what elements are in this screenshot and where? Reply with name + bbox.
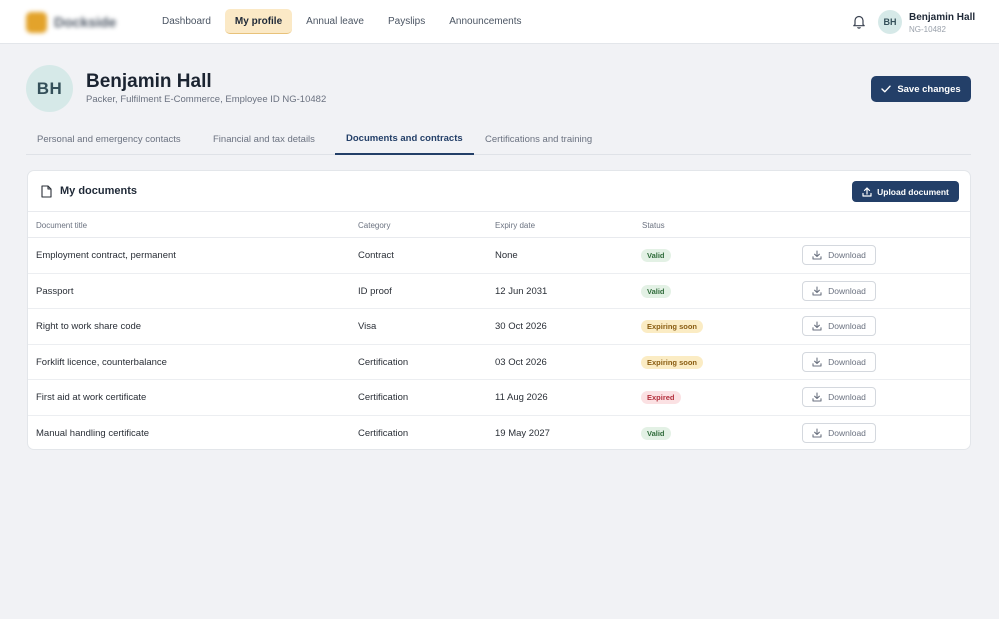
upload-document-button[interactable]: Upload document <box>852 181 959 202</box>
download-button[interactable]: Download <box>802 387 876 407</box>
document-expiry-cell: 30 Oct 2026 <box>495 321 547 332</box>
download-label: Download <box>828 427 866 438</box>
column-header-category[interactable]: Category <box>358 221 390 230</box>
column-header-status[interactable]: Status <box>642 221 665 230</box>
main-nav: Dashboard My profile Annual leave Paysli… <box>152 9 536 34</box>
download-button[interactable]: Download <box>802 280 876 301</box>
download-button[interactable]: Download <box>802 351 876 372</box>
tab-documents-contracts[interactable]: Documents and contracts <box>335 124 474 155</box>
documents-card: My documents Upload document Document ti… <box>27 170 971 450</box>
download-icon <box>812 250 822 260</box>
status-badge: Expired <box>641 391 681 404</box>
download-icon <box>812 427 822 438</box>
status-badge: Valid <box>641 284 671 298</box>
document-category-cell: ID proof <box>358 285 392 297</box>
document-expiry-cell: None <box>495 250 518 261</box>
download-icon <box>812 321 822 331</box>
tab-financial-tax[interactable]: Financial and tax details <box>213 124 315 155</box>
documents-card-header: My documents Upload document <box>28 171 970 212</box>
document-category-cell: Certification <box>358 427 409 439</box>
document-title-cell: First aid at work certificate <box>36 392 147 403</box>
documents-table-header: Document title Category Expiry date Stat… <box>28 212 970 238</box>
download-label: Download <box>828 285 866 296</box>
download-icon <box>812 392 822 402</box>
table-row: Manual handling certificate Certification… <box>28 416 970 450</box>
nav-item-announcements[interactable]: Announcements <box>439 9 531 34</box>
top-bar: Dockside Dashboard My profile Annual lea… <box>0 0 999 44</box>
document-title-cell: Employment contract, permanent <box>36 250 176 261</box>
download-button[interactable]: Download <box>802 316 876 336</box>
user-avatar[interactable]: BH <box>878 10 902 34</box>
table-row: Employment contract, permanent Contract No… <box>28 238 970 274</box>
document-category-cell: Certification <box>358 392 409 403</box>
document-category-cell: Contract <box>358 250 394 261</box>
documents-title: My documents <box>60 185 138 197</box>
tab-certifications-training[interactable]: Certifications and training <box>485 124 592 155</box>
column-header-expiry[interactable]: Expiry date <box>495 221 535 230</box>
brand-name: Dockside <box>54 14 117 30</box>
profile-subtitle: Packer, Fulfilment E-Commerce, Employee … <box>86 94 327 105</box>
table-row: Forklift licence, counterbalance Certific… <box>28 345 970 380</box>
profile-tabs: Personal and emergency contacts Financia… <box>26 124 971 155</box>
status-badge: Expiring soon <box>641 355 704 369</box>
check-icon <box>881 85 892 93</box>
download-icon <box>812 356 822 367</box>
document-expiry-cell: 11 Aug 2026 <box>495 392 548 403</box>
profile-avatar: BH <box>26 65 73 112</box>
tab-personal-contacts[interactable]: Personal and emergency contacts <box>37 124 181 155</box>
save-changes-label: Save changes <box>897 83 961 95</box>
user-name: Benjamin Hall <box>909 12 976 23</box>
column-header-title[interactable]: Document title <box>36 221 87 230</box>
download-label: Download <box>828 321 866 331</box>
download-label: Download <box>828 250 866 260</box>
table-row: Right to work share code Visa 30 Oct 2026 E… <box>28 309 970 345</box>
status-badge: Valid <box>641 249 671 262</box>
document-title-cell: Right to work share code <box>36 321 142 332</box>
table-row: Passport ID proof 12 Jun 2031 Valid Download <box>28 274 970 309</box>
document-category-cell: Certification <box>358 356 409 368</box>
download-label: Download <box>828 356 866 367</box>
upload-icon <box>862 186 872 197</box>
download-button[interactable]: Download <box>802 245 876 265</box>
save-changes-button[interactable]: Save changes <box>871 76 971 102</box>
nav-item-annual-leave[interactable]: Annual leave <box>296 9 374 34</box>
nav-item-my-profile[interactable]: My profile <box>224 9 293 34</box>
download-label: Download <box>828 392 866 402</box>
profile-name: Benjamin Hall <box>86 71 212 92</box>
document-title-cell: Passport <box>36 285 74 297</box>
nav-item-payslips[interactable]: Payslips <box>378 9 435 34</box>
document-icon <box>41 185 52 198</box>
table-row: First aid at work certificate Certificati… <box>28 380 970 416</box>
status-badge: Expiring soon <box>641 320 704 333</box>
document-expiry-cell: 03 Oct 2026 <box>495 356 547 368</box>
document-category-cell: Visa <box>358 321 377 332</box>
download-button[interactable]: Download <box>802 422 876 443</box>
document-title-cell: Forklift licence, counterbalance <box>36 356 167 368</box>
document-expiry-cell: 19 May 2027 <box>495 427 550 439</box>
user-employee-id: NG-10482 <box>909 25 946 34</box>
logo-mark <box>26 11 47 33</box>
document-expiry-cell: 12 Jun 2031 <box>495 285 548 297</box>
download-icon <box>812 285 822 296</box>
upload-document-label: Upload document <box>877 186 949 197</box>
status-badge: Valid <box>641 426 671 440</box>
nav-item-dashboard[interactable]: Dashboard <box>152 9 221 34</box>
document-title-cell: Manual handling certificate <box>36 427 150 439</box>
bell-icon[interactable] <box>852 14 866 29</box>
brand-logo[interactable]: Dockside <box>26 11 116 33</box>
